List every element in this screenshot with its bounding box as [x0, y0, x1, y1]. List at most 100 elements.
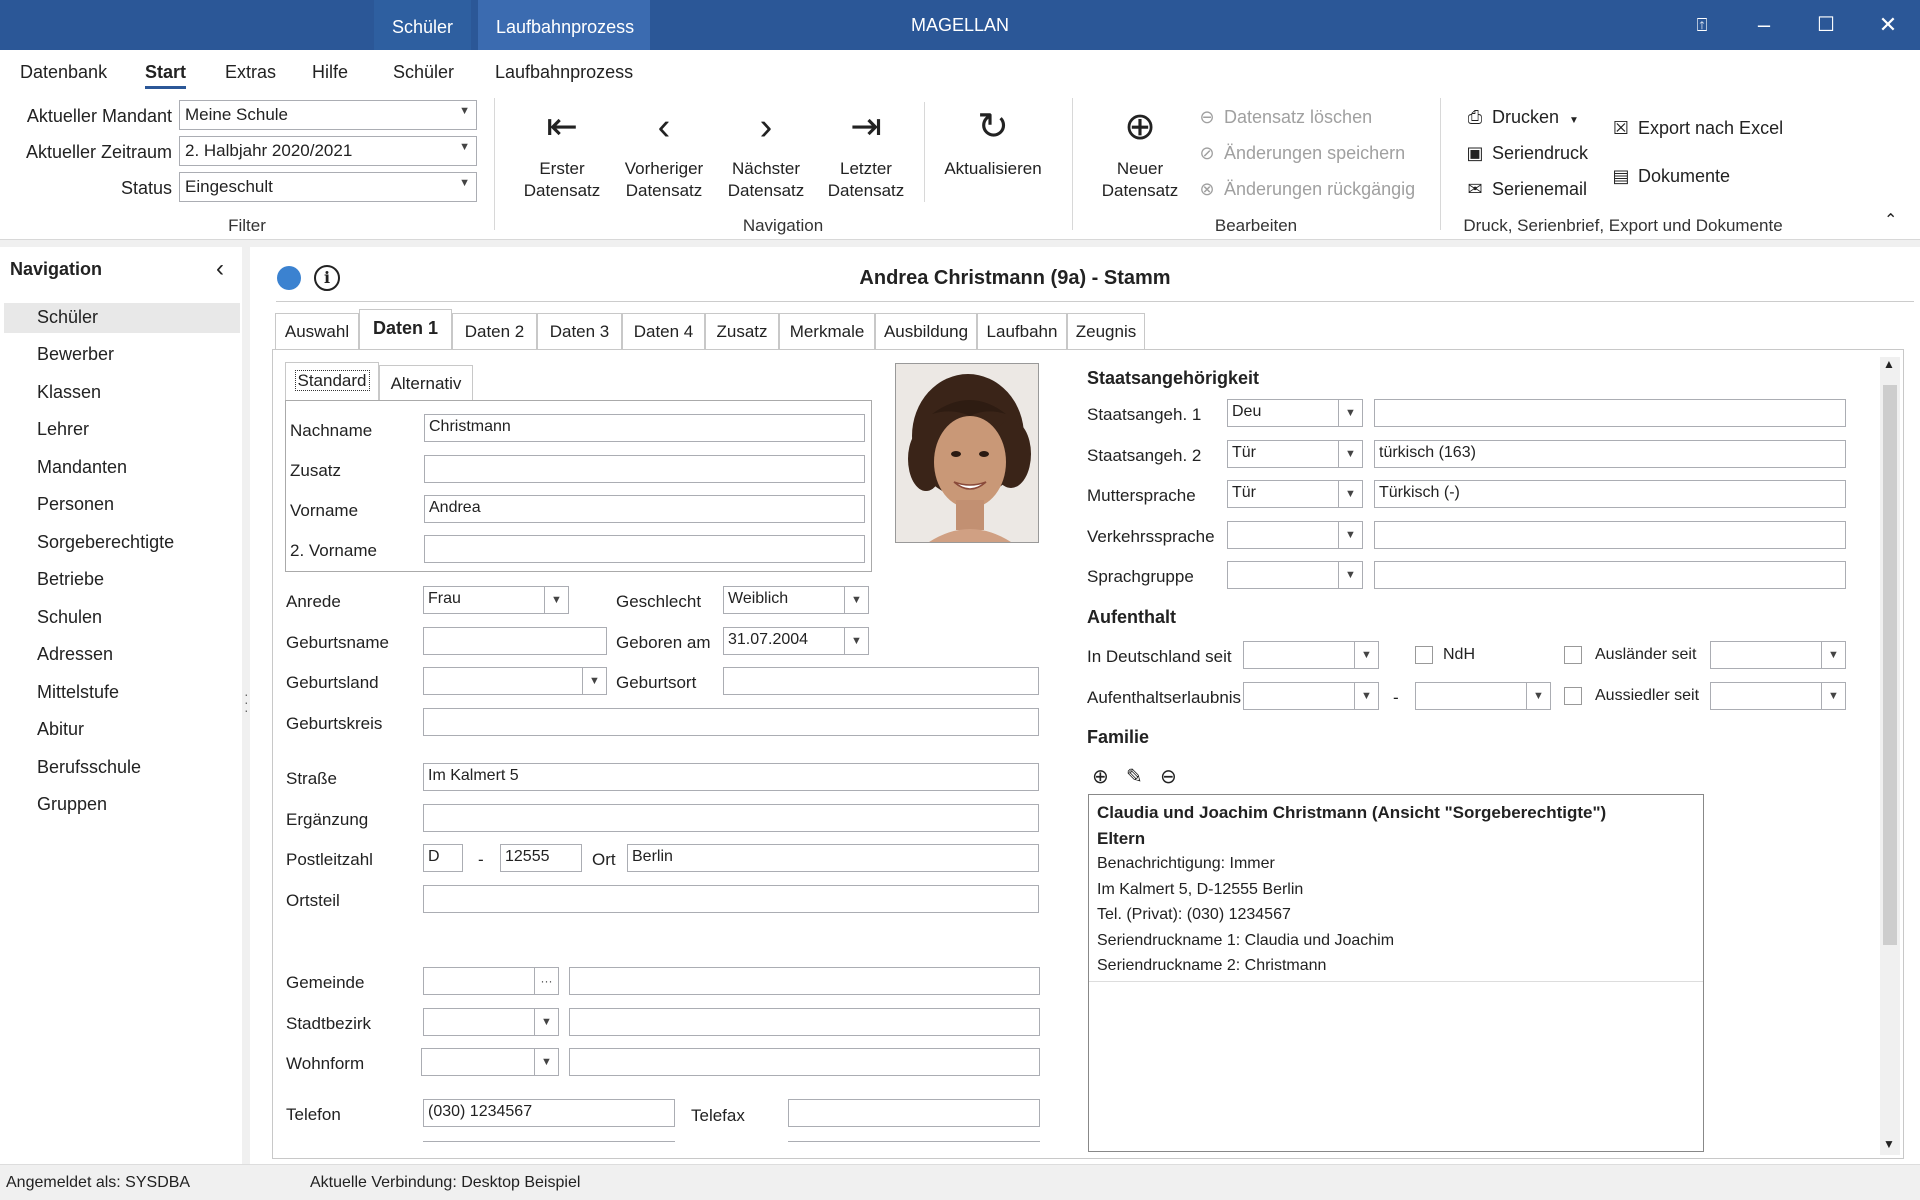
subtab-alternativ[interactable]: Alternativ: [379, 365, 473, 400]
maximize-icon[interactable]: ☐: [1796, 0, 1856, 50]
vertical-scrollbar[interactable]: ▲ ▼: [1880, 357, 1900, 1155]
geburtsort-input[interactable]: [723, 667, 1039, 695]
geboren-date-picker[interactable]: 31.07.2004 ▼: [723, 627, 869, 655]
ergaenzung-input[interactable]: [423, 804, 1039, 832]
muttersprache-select[interactable]: Tür ▼: [1227, 480, 1363, 508]
context-tab-laufbahnprozess[interactable]: Laufbahnprozess: [478, 0, 650, 50]
auslaender-seit-select[interactable]: ▼: [1710, 641, 1846, 669]
export-excel-button[interactable]: ☒ Export nach Excel: [1610, 114, 1783, 142]
tab-zeugnis[interactable]: Zeugnis: [1067, 313, 1145, 349]
sprachgruppe-select[interactable]: ▼: [1227, 561, 1363, 589]
verkehrssprache-select[interactable]: ▼: [1227, 521, 1363, 549]
collapse-ribbon-icon[interactable]: ⌃: [1884, 210, 1897, 230]
refresh-button[interactable]: ↻ Aktualisieren: [932, 104, 1054, 180]
sidebar-item-lehrer[interactable]: Lehrer: [37, 419, 89, 440]
familie-list[interactable]: Claudia und Joachim Christmann (Ansicht …: [1088, 794, 1704, 1152]
scrollbar-thumb[interactable]: [1883, 385, 1897, 945]
anrede-select[interactable]: Frau ▼: [423, 586, 569, 614]
vorname-input[interactable]: Andrea: [424, 495, 865, 523]
sidebar-item-personen[interactable]: Personen: [37, 494, 114, 515]
menu-start[interactable]: Start: [145, 62, 187, 89]
zeitraum-select[interactable]: 2. Halbjahr 2020/2021 ▼: [179, 136, 477, 166]
geschlecht-select[interactable]: Weiblich ▼: [723, 586, 869, 614]
ndh-checkbox[interactable]: [1415, 646, 1433, 664]
tab-daten-3[interactable]: Daten 3: [537, 313, 622, 349]
wohnform-name-input[interactable]: [569, 1048, 1040, 1076]
sidebar-item-adressen[interactable]: Adressen: [37, 644, 113, 665]
gemeinde-input[interactable]: ···: [423, 967, 559, 995]
ortsteil-input[interactable]: [423, 885, 1039, 913]
remove-family-icon[interactable]: ⊖: [1160, 764, 1177, 789]
splitter-handle[interactable]: · · ·: [244, 687, 249, 717]
undo-changes-button[interactable]: ⊗ Änderungen rückgängig: [1196, 175, 1415, 203]
tab-daten-1[interactable]: Daten 1: [359, 309, 452, 349]
plz-input[interactable]: 12555: [500, 844, 582, 872]
new-record-button[interactable]: ⊕ Neuer Datensatz: [1092, 104, 1188, 202]
scroll-down-icon[interactable]: ▼: [1883, 1137, 1895, 1151]
tab-auswahl[interactable]: Auswahl: [275, 313, 359, 349]
menu-schueler[interactable]: Schüler: [393, 62, 454, 83]
aufenthaltserlaubnis-from-select[interactable]: ▼: [1243, 682, 1379, 710]
stadtbezirk-name-input[interactable]: [569, 1008, 1040, 1036]
sidebar-item-klassen[interactable]: Klassen: [37, 382, 101, 403]
tab-laufbahn[interactable]: Laufbahn: [977, 313, 1067, 349]
menu-hilfe[interactable]: Hilfe: [312, 62, 348, 83]
close-icon[interactable]: ✕: [1858, 0, 1918, 50]
minimize-icon[interactable]: –: [1734, 0, 1794, 50]
sidebar-item-gruppen[interactable]: Gruppen: [37, 794, 107, 815]
verkehrssprache-text-input[interactable]: [1374, 521, 1846, 549]
sidebar-item-bewerber[interactable]: Bewerber: [37, 344, 114, 365]
staat1-text-input[interactable]: [1374, 399, 1846, 427]
in-deutschland-seit-select[interactable]: ▼: [1243, 641, 1379, 669]
zusatz-input[interactable]: [424, 455, 865, 483]
wohnform-select[interactable]: ▼: [421, 1048, 559, 1076]
menu-extras[interactable]: Extras: [225, 62, 276, 83]
sidebar-item-mittelstufe[interactable]: Mittelstufe: [37, 682, 119, 703]
telefon-input[interactable]: (030) 1234567: [423, 1099, 675, 1127]
save-changes-button[interactable]: ⊘ Änderungen speichern: [1196, 139, 1405, 167]
ellipsis-button[interactable]: ···: [534, 968, 558, 994]
next-record-button[interactable]: › Nächster Datensatz: [720, 104, 812, 202]
staat1-select[interactable]: Deu ▼: [1227, 399, 1363, 427]
geburtsname-input[interactable]: [423, 627, 607, 655]
aufenthaltserlaubnis-to-select[interactable]: ▼: [1415, 682, 1551, 710]
stadtbezirk-select[interactable]: ▼: [423, 1008, 559, 1036]
delete-record-button[interactable]: ⊖ Datensatz löschen: [1196, 103, 1372, 131]
first-record-button[interactable]: ⇤ Erster Datensatz: [516, 104, 608, 202]
telefax-input[interactable]: [788, 1099, 1040, 1127]
menu-datenbank[interactable]: Datenbank: [20, 62, 107, 83]
muttersprache-text-input[interactable]: Türkisch (-): [1374, 480, 1846, 508]
mandant-select[interactable]: Meine Schule ▼: [179, 100, 477, 130]
scroll-up-icon[interactable]: ▲: [1883, 357, 1895, 371]
edit-pencil-icon[interactable]: ✎: [1126, 764, 1143, 789]
previous-record-button[interactable]: ‹ Vorheriger Datensatz: [616, 104, 712, 202]
print-button[interactable]: ⎙ Drucken ▼: [1464, 103, 1579, 131]
documents-button[interactable]: ▤ Dokumente: [1610, 162, 1730, 190]
sidebar-item-berufsschule[interactable]: Berufsschule: [37, 757, 141, 778]
ribbon-display-icon[interactable]: ⍐: [1672, 0, 1732, 50]
sidebar-item-schulen[interactable]: Schulen: [37, 607, 102, 628]
sidebar-item-mandanten[interactable]: Mandanten: [37, 457, 127, 478]
gemeinde-name-input[interactable]: [569, 967, 1040, 995]
serial-print-button[interactable]: ▣ Seriendruck: [1464, 139, 1588, 167]
auslaender-checkbox[interactable]: [1564, 646, 1582, 664]
tab-ausbildung[interactable]: Ausbildung: [875, 313, 977, 349]
context-tab-schueler[interactable]: Schüler: [374, 0, 472, 50]
last-record-button[interactable]: ⇥ Letzter Datensatz: [820, 104, 912, 202]
sprachgruppe-text-input[interactable]: [1374, 561, 1846, 589]
staat2-text-input[interactable]: türkisch (163): [1374, 440, 1846, 468]
sidebar-item-betriebe[interactable]: Betriebe: [37, 569, 104, 590]
ort-input[interactable]: Berlin: [627, 844, 1039, 872]
sidebar-item-schueler[interactable]: Schüler: [37, 307, 98, 328]
strasse-input[interactable]: Im Kalmert 5: [423, 763, 1039, 791]
nachname-input[interactable]: Christmann: [424, 414, 865, 442]
serial-email-button[interactable]: ✉ Serienemail: [1464, 175, 1587, 203]
status-select[interactable]: Eingeschult ▼: [179, 172, 477, 202]
tab-daten-4[interactable]: Daten 4: [622, 313, 705, 349]
geburtskreis-input[interactable]: [423, 708, 1039, 736]
aussiedler-checkbox[interactable]: [1564, 687, 1582, 705]
subtab-standard[interactable]: Standard: [285, 362, 379, 400]
menu-laufbahnprozess[interactable]: Laufbahnprozess: [495, 62, 633, 83]
add-family-icon[interactable]: ⊕: [1092, 764, 1109, 789]
tab-daten-2[interactable]: Daten 2: [452, 313, 537, 349]
